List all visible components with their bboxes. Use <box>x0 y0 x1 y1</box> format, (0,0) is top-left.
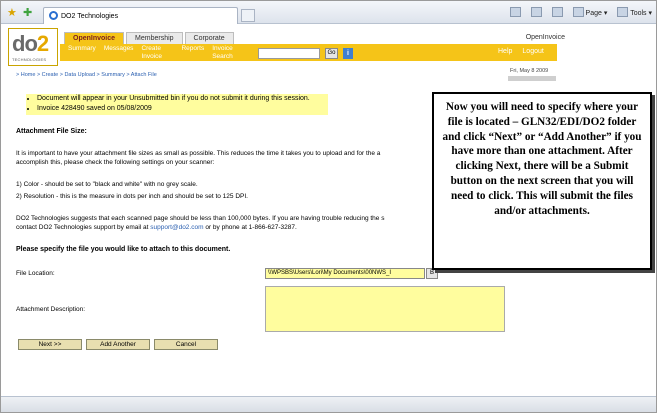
next-button[interactable]: Next >> <box>18 339 82 350</box>
info-icon[interactable]: i <box>343 48 353 59</box>
instruction-callout: Now you will need to specify where your … <box>432 92 652 270</box>
attachment-description-field[interactable] <box>265 286 505 332</box>
paragraph-line: accomplish this, please check the follow… <box>16 159 215 166</box>
support-contact-line: contact DO2 Technologies support by emai… <box>16 224 297 231</box>
support-text: contact DO2 Technologies support by emai… <box>16 224 151 231</box>
browser-tab-title: DO2 Technologies <box>61 13 119 20</box>
logo-subtitle: TECHNOLOGIES <box>12 57 47 62</box>
search-input[interactable] <box>258 48 320 59</box>
paragraph-line: DO2 Technologies suggests that each scan… <box>16 215 385 222</box>
menu-create-invoice[interactable]: Create Invoice <box>141 45 173 61</box>
do2-logo[interactable]: do2 TECHNOLOGIES <box>8 28 58 66</box>
page-menu[interactable]: Page ▾ <box>572 7 607 17</box>
notice-box: Document will appear in your Unsubmitted… <box>26 94 328 115</box>
menu-messages[interactable]: Messages <box>104 45 134 61</box>
print-icon[interactable] <box>551 7 563 17</box>
specify-file-title: Please specify the file you would like t… <box>16 246 231 253</box>
gear-icon <box>617 7 629 17</box>
support-email-link[interactable]: support@do2.com <box>150 224 203 231</box>
setting-resolution: 2) Resolution - this is the measure in d… <box>16 193 248 200</box>
product-name: OpenInvoice <box>525 34 565 41</box>
breadcrumb[interactable]: > Home > Create > Data Upload > Summary … <box>16 72 157 78</box>
favorites-star-icon[interactable]: ★ <box>7 6 17 19</box>
file-location-input[interactable]: \\WPSBS\Users\Lori\My Documents\00NWS_I <box>265 268 425 279</box>
page-menu-label: Page <box>585 10 602 17</box>
tools-menu[interactable]: Tools ▾ <box>617 7 652 17</box>
browser-tab[interactable]: DO2 Technologies <box>43 7 238 24</box>
cancel-button[interactable]: Cancel <box>154 339 218 350</box>
ie-icon <box>49 11 58 20</box>
user-name-redacted <box>508 76 556 81</box>
add-another-button[interactable]: Add Another <box>86 339 150 350</box>
browser-status-bar <box>1 396 656 412</box>
logout-link[interactable]: Logout <box>522 48 543 55</box>
browser-toolbar: ★ ✚ DO2 Technologies Page ▾ Tools ▾ <box>1 1 656 24</box>
tab-membership[interactable]: Membership <box>126 32 183 44</box>
support-phone-text: or by phone at 1-866-627-3287. <box>203 224 297 231</box>
page-icon <box>572 7 584 17</box>
notice-item: Invoice 428490 saved on 05/08/2009 <box>37 104 328 114</box>
main-nav-tabs: OpenInvoice Membership Corporate <box>64 32 234 44</box>
attachment-description-label: Attachment Description: <box>16 306 86 313</box>
tools-menu-label: Tools <box>630 10 647 17</box>
add-favorites-icon[interactable]: ✚ <box>23 6 32 19</box>
menu-invoice-search[interactable]: Invoice Search <box>212 45 244 61</box>
go-button[interactable]: Go <box>325 48 338 59</box>
header-links: Help Logout <box>498 48 544 55</box>
file-location-label: File Location: <box>16 270 55 277</box>
new-tab-button[interactable] <box>241 9 255 22</box>
command-bar: Page ▾ Tools ▾ <box>509 7 652 17</box>
current-date: Fri, May 8 2009 <box>510 68 549 74</box>
notice-item: Document will appear in your Unsubmitted… <box>37 94 328 104</box>
logo-wordmark: do2 <box>12 31 49 56</box>
main-menu: Summary Messages Create Invoice Reports … <box>68 45 244 61</box>
section-title: Attachment File Size: <box>16 128 87 135</box>
feeds-icon[interactable] <box>530 7 542 17</box>
setting-color: 1) Color - should be set to "black and w… <box>16 181 198 188</box>
menu-summary[interactable]: Summary <box>68 45 96 61</box>
tab-corporate[interactable]: Corporate <box>184 32 234 44</box>
tab-openinvoice[interactable]: OpenInvoice <box>64 32 125 44</box>
home-icon[interactable] <box>509 7 521 17</box>
paragraph-line: It is important to have your attachment … <box>16 150 381 157</box>
menu-reports[interactable]: Reports <box>181 45 204 61</box>
help-link[interactable]: Help <box>498 48 512 55</box>
